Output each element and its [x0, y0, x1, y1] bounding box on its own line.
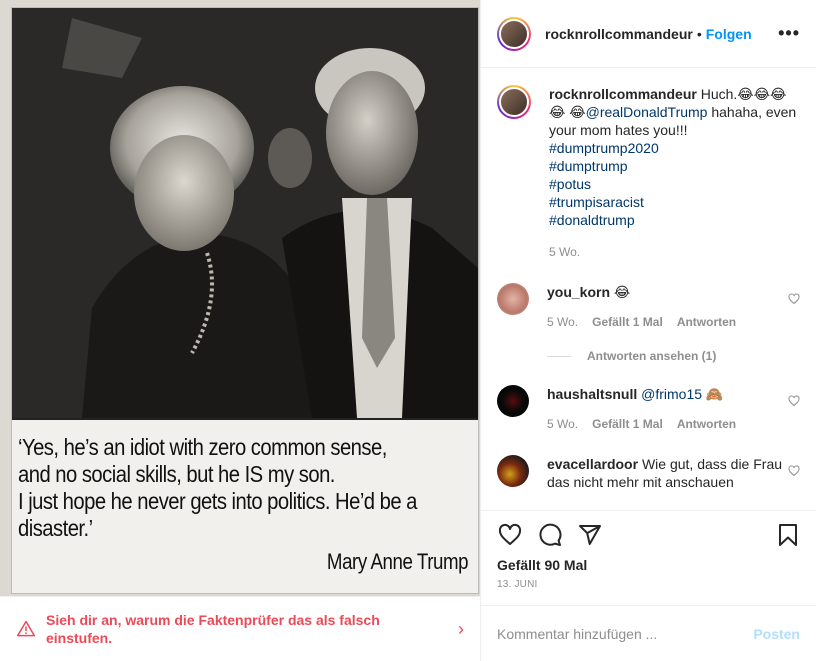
chevron-right-icon: ›	[458, 618, 464, 639]
comment-body: haushaltsnull @frimo15 🙈 5 Wo. Gefällt 1…	[547, 385, 792, 433]
clipping-photo	[12, 8, 478, 418]
comment-likes[interactable]: Gefällt 1 Mal	[592, 415, 663, 433]
hashtag-link[interactable]: #potus	[549, 175, 799, 193]
separator-dot: •	[696, 25, 702, 42]
avatar[interactable]	[497, 283, 529, 315]
quote-box: ‘Yes, he’s an idiot with zero common sen…	[12, 418, 478, 593]
like-comment-icon[interactable]	[788, 465, 800, 477]
photo-illustration	[12, 8, 478, 418]
comment-body: evacellardoor Wie gut, dass die Frau das…	[547, 455, 792, 491]
post-caption: rocknrollcommandeur Huch.😂😂😂😂 😂@realDona…	[497, 85, 800, 261]
comment-username[interactable]: you_korn	[547, 284, 610, 300]
comment-text: 🙈	[705, 386, 724, 402]
avatar[interactable]	[497, 385, 529, 417]
factcheck-banner[interactable]: Sieh dir an, warum die Faktenprüfer das …	[0, 596, 481, 661]
header-username[interactable]: rocknrollcommandeur	[545, 26, 693, 42]
post-sidebar: rocknrollcommandeur • Folgen ••• rocknro…	[481, 0, 816, 661]
reply-button[interactable]: Antworten	[677, 313, 736, 331]
post-actions: Gefällt 90 Mal 13. JUNI	[481, 510, 816, 590]
post-image[interactable]: ‘Yes, he’s an idiot with zero common sen…	[0, 0, 481, 596]
comment-mention[interactable]: @frimo15	[641, 386, 702, 402]
comment-meta: 5 Wo. Gefällt 1 Mal Antworten	[547, 313, 792, 331]
caption-mention[interactable]: @realDonaldTrump	[586, 104, 708, 120]
action-bar	[497, 521, 800, 549]
replies-divider	[547, 355, 571, 357]
quote-line: ‘Yes, he’s an idiot with zero common sen…	[18, 434, 387, 460]
hashtag-link[interactable]: #dumptrump	[549, 157, 799, 175]
avatar[interactable]	[497, 85, 531, 119]
like-count[interactable]: Gefällt 90 Mal	[497, 557, 800, 573]
caption-time[interactable]: 5 Wo.	[549, 243, 799, 261]
comment-item: haushaltsnull @frimo15 🙈 5 Wo. Gefällt 1…	[497, 385, 800, 433]
follow-button[interactable]: Folgen	[706, 26, 752, 42]
heart-icon[interactable]	[497, 523, 523, 547]
like-comment-icon[interactable]	[788, 395, 800, 407]
comment-item: evacellardoor Wie gut, dass die Frau das…	[497, 455, 800, 491]
post-comment-button[interactable]: Posten	[753, 626, 800, 642]
post-header: rocknrollcommandeur • Folgen •••	[481, 0, 816, 68]
quote-line: disaster.’	[18, 515, 93, 541]
add-comment-bar: Posten	[481, 605, 816, 661]
avatar[interactable]	[497, 455, 529, 487]
avatar[interactable]	[497, 16, 531, 51]
comment-time[interactable]: 5 Wo.	[547, 313, 578, 331]
like-comment-icon[interactable]	[788, 293, 800, 305]
comment-input[interactable]	[497, 625, 754, 642]
hashtag-link[interactable]: #trumpisaracist	[549, 193, 799, 211]
quote-line: and no social skills, but he IS my son.	[18, 461, 335, 487]
more-options-icon[interactable]: •••	[778, 23, 800, 44]
view-replies-label: Antworten ansehen (1)	[587, 349, 717, 363]
hashtag-link[interactable]: #dumptrump2020	[549, 139, 799, 157]
post-date[interactable]: 13. JUNI	[497, 579, 800, 590]
comment-likes[interactable]: Gefällt 1 Mal	[592, 313, 663, 331]
comments-list[interactable]: rocknrollcommandeur Huch.😂😂😂😂 😂@realDona…	[481, 69, 816, 509]
quote-author: Mary Anne Trump	[326, 549, 469, 574]
reply-button[interactable]: Antworten	[677, 415, 736, 433]
hashtag-link[interactable]: #donaldtrump	[549, 211, 799, 229]
comment-icon[interactable]	[537, 523, 563, 547]
comment-time[interactable]: 5 Wo.	[547, 415, 578, 433]
comment-body: you_korn 😂 5 Wo. Gefällt 1 Mal Antworten	[547, 283, 792, 331]
quote-line: I just hope he never gets into politics.…	[18, 488, 417, 514]
comment-username[interactable]: evacellardoor	[547, 456, 638, 472]
comment-meta: 5 Wo. Gefällt 1 Mal Antworten	[547, 415, 792, 433]
share-icon[interactable]	[577, 523, 603, 547]
quote-text: ‘Yes, he’s an idiot with zero common sen…	[18, 434, 476, 542]
comment-item: you_korn 😂 5 Wo. Gefällt 1 Mal Antworten	[497, 283, 800, 331]
newspaper-clipping: ‘Yes, he’s an idiot with zero common sen…	[12, 8, 478, 593]
caption-username[interactable]: rocknrollcommandeur	[549, 86, 697, 102]
comment-text: 😂	[613, 284, 631, 300]
caption-body: rocknrollcommandeur Huch.😂😂😂😂 😂@realDona…	[549, 85, 799, 261]
warning-triangle-icon	[16, 620, 36, 637]
factcheck-text: Sieh dir an, warum die Faktenprüfer das …	[46, 612, 380, 646]
bookmark-icon[interactable]	[776, 522, 800, 548]
comment-username[interactable]: haushaltsnull	[547, 386, 637, 402]
caption-emoji: 😂	[569, 104, 586, 120]
view-replies-button[interactable]: Antworten ansehen (1)	[547, 349, 800, 363]
